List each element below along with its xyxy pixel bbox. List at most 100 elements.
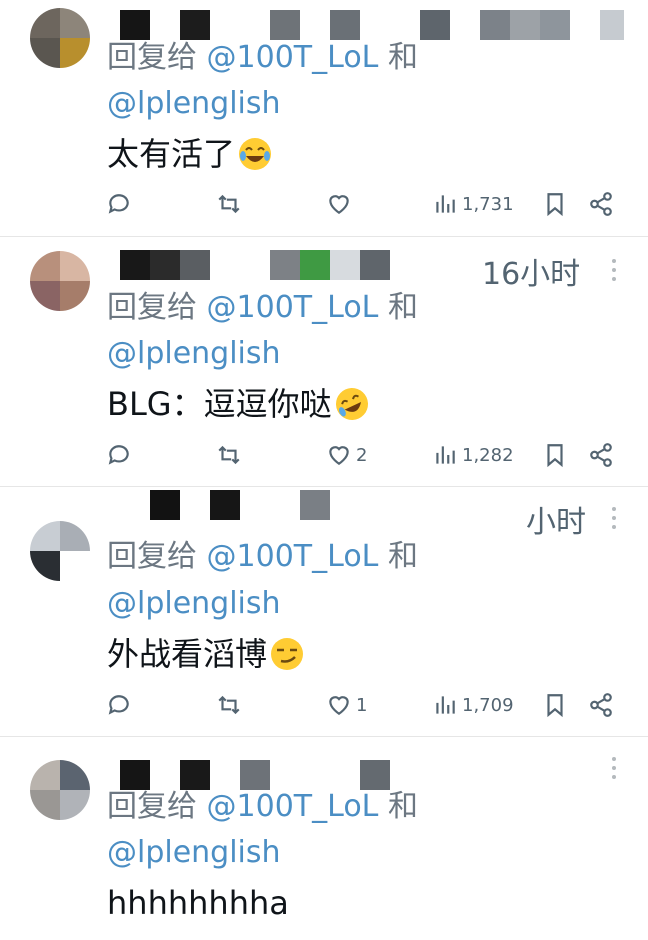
more-options-button[interactable]: [606, 259, 622, 281]
reply-prefix: 回复给: [107, 40, 197, 75]
dot: [612, 259, 616, 263]
dot: [612, 507, 616, 511]
share-icon: [590, 192, 612, 216]
username-redacted[interactable]: [120, 760, 150, 790]
retweet-icon: [218, 194, 240, 214]
avatar[interactable]: [30, 521, 90, 581]
more-options-button[interactable]: [606, 507, 622, 529]
share-button[interactable]: [588, 439, 614, 471]
more-options-button[interactable]: [606, 757, 622, 779]
handle-redacted[interactable]: [540, 10, 570, 40]
retweet-button[interactable]: [216, 689, 242, 721]
tweet[interactable]: 小时 回复给 @100T_LoL 和 @lplenglish 外战看滔博 1 1…: [0, 487, 648, 736]
mention-link[interactable]: @100T_LoL: [207, 290, 379, 325]
like-button[interactable]: 1: [326, 689, 367, 721]
reply-button[interactable]: [106, 439, 132, 471]
reply-button[interactable]: [106, 689, 132, 721]
mention-link[interactable]: @lplenglish: [107, 833, 281, 873]
tweet[interactable]: 回复给 @100T_LoL 和 @lplenglish hhhhhhhha: [0, 737, 648, 940]
handle-redacted[interactable]: [360, 250, 390, 280]
views-button[interactable]: 1,282: [432, 439, 514, 471]
bookmark-button[interactable]: [542, 439, 568, 471]
tweet-actions: 2 1,282: [0, 439, 648, 471]
avatar[interactable]: [30, 8, 90, 68]
tweet-text: 外战看滔博: [107, 635, 268, 673]
like-button[interactable]: 2: [326, 439, 367, 471]
timestamp[interactable]: 小时: [526, 497, 586, 541]
handle-redacted[interactable]: [240, 760, 270, 790]
handle-redacted[interactable]: [330, 10, 360, 40]
tweet[interactable]: 回复给 @100T_LoL 和 @lplenglish 太有活了 1,731: [0, 0, 648, 236]
retweet-icon: [218, 445, 240, 465]
heart-icon: [329, 446, 349, 465]
reply-context: 回复给 @100T_LoL 和: [107, 288, 418, 328]
like-button[interactable]: [326, 188, 356, 220]
tweet-text: hhhhhhhha: [107, 884, 289, 922]
reply-button[interactable]: [106, 188, 132, 220]
timestamp[interactable]: 16小时: [482, 249, 580, 293]
avatar[interactable]: [30, 251, 90, 311]
comment-icon: [108, 194, 129, 214]
heart-icon: [329, 696, 349, 715]
analytics-icon: [436, 446, 455, 464]
views-button[interactable]: 1,709: [432, 689, 514, 721]
handle-redacted[interactable]: [270, 250, 300, 280]
retweet-icon: [218, 695, 240, 715]
tweet-text-row: 太有活了: [107, 132, 273, 176]
heart-icon: [329, 195, 349, 214]
handle-redacted[interactable]: [420, 10, 450, 40]
username-redacted[interactable]: [180, 10, 210, 40]
mention-link[interactable]: @100T_LoL: [207, 40, 379, 75]
mention-link[interactable]: @100T_LoL: [207, 789, 379, 824]
handle-redacted[interactable]: [330, 250, 360, 280]
username-redacted[interactable]: [180, 760, 210, 790]
username-redacted[interactable]: [120, 250, 150, 280]
share-button[interactable]: [588, 188, 614, 220]
reply-context: 回复给 @100T_LoL 和: [107, 537, 418, 577]
dot: [612, 775, 616, 779]
reply-and: 和: [387, 40, 418, 75]
tweet[interactable]: 16小时 回复给 @100T_LoL 和 @lplenglish BLG：逗逗你…: [0, 237, 648, 486]
like-count: 1: [356, 694, 368, 716]
handle-redacted[interactable]: [510, 10, 540, 40]
analytics-icon: [436, 696, 455, 714]
mention-link[interactable]: @100T_LoL: [207, 539, 379, 574]
mention-link[interactable]: @lplenglish: [107, 84, 281, 124]
mention-link[interactable]: @lplenglish: [107, 334, 281, 374]
handle-redacted[interactable]: [270, 10, 300, 40]
smirk-emoji: [271, 638, 304, 670]
tweet-text-row: 外战看滔博: [107, 632, 305, 676]
username-redacted[interactable]: [120, 10, 150, 40]
reply-prefix: 回复给: [107, 539, 197, 574]
tweet-text-row: BLG：逗逗你哒: [107, 382, 370, 426]
avatar[interactable]: [30, 760, 90, 820]
username-redacted[interactable]: [210, 490, 240, 520]
username-redacted[interactable]: [180, 250, 210, 280]
share-button[interactable]: [588, 689, 614, 721]
tears-of-joy-emoji: [239, 138, 272, 170]
tweet-text: BLG：逗逗你哒: [107, 385, 332, 423]
dot: [612, 525, 616, 529]
bookmark-button[interactable]: [542, 188, 568, 220]
bookmark-button[interactable]: [542, 689, 568, 721]
username-redacted[interactable]: [150, 490, 180, 520]
handle-redacted[interactable]: [480, 10, 510, 40]
retweet-button[interactable]: [216, 188, 242, 220]
reply-and: 和: [387, 290, 418, 325]
view-count: 1,282: [462, 444, 514, 466]
handle-redacted[interactable]: [600, 10, 624, 40]
retweet-button[interactable]: [216, 439, 242, 471]
mention-link[interactable]: @lplenglish: [107, 584, 281, 624]
reply-prefix: 回复给: [107, 789, 197, 824]
views-button[interactable]: 1,731: [432, 188, 514, 220]
bookmark-icon: [547, 444, 563, 468]
analytics-icon: [436, 195, 455, 213]
handle-redacted[interactable]: [360, 760, 390, 790]
reply-and: 和: [387, 789, 418, 824]
like-count: 2: [356, 444, 368, 466]
handle-redacted[interactable]: [300, 250, 330, 280]
handle-redacted[interactable]: [300, 490, 330, 520]
share-icon: [590, 693, 612, 717]
dot: [612, 277, 616, 281]
username-redacted[interactable]: [150, 250, 180, 280]
